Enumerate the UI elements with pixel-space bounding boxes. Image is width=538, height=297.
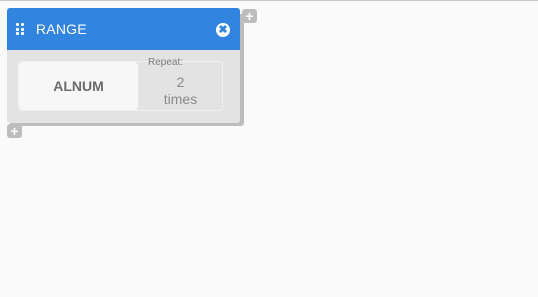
range-block[interactable]: RANGE ✖ ALNUM Repeat: 2 times bbox=[7, 8, 240, 123]
block-header[interactable]: RANGE ✖ bbox=[7, 8, 240, 50]
close-icon[interactable]: ✖ bbox=[216, 23, 230, 37]
add-block-bottom-plus-icon[interactable]: + bbox=[7, 124, 22, 138]
block-title: RANGE bbox=[36, 21, 87, 37]
repeat-count: 2 bbox=[176, 74, 185, 90]
repeat-unit: times bbox=[163, 91, 198, 107]
drag-handle-icon[interactable] bbox=[16, 23, 26, 35]
add-block-top-plus-icon[interactable]: + bbox=[242, 9, 257, 23]
block-content: ALNUM Repeat: 2 times bbox=[18, 57, 223, 111]
repeat-field[interactable]: 2 times bbox=[139, 74, 222, 108]
repeat-label: Repeat: bbox=[148, 57, 184, 68]
range-value[interactable]: ALNUM bbox=[19, 62, 138, 110]
